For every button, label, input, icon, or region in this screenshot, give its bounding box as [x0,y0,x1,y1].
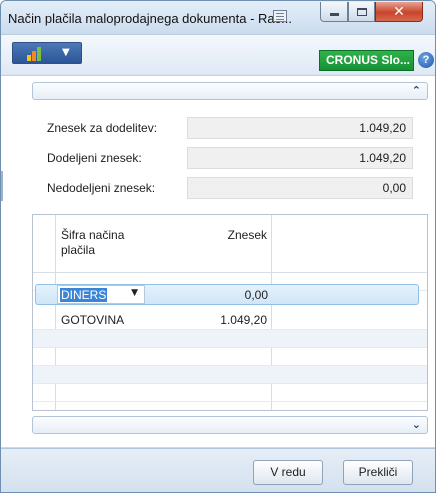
amount-to-allocate-label: Znesek za dodelitev: [47,121,158,135]
allocated-amount-label: Dodeljeni znesek: [47,151,142,165]
unallocated-amount-field: 0,00 [187,177,413,199]
payment-method-code-value[interactable]: DINERS [60,288,108,302]
general-fasttab-header[interactable]: ⌃ [32,82,428,100]
chevron-down-icon[interactable]: ⌄ [412,418,421,431]
table-row-empty[interactable] [33,366,427,384]
table-row-empty[interactable] [33,384,427,402]
maximize-button[interactable] [348,2,375,22]
dropdown-arrow-icon[interactable]: ▼ [131,288,138,298]
dropdown-arrow-icon: ▼ [62,47,70,58]
payment-method-code-cell[interactable]: GOTOVINA [61,311,124,329]
window-title: Način plačila maloprodajnega dokumenta -… [8,11,292,26]
cancel-button[interactable]: Prekliči [343,460,413,485]
ok-button[interactable]: V redu [253,460,323,485]
column-header-payment-method-code[interactable]: Šifra načina plačila [61,228,161,258]
dynamics-logo-icon [27,46,51,61]
payment-lines-grid: Šifra načina plačila Znesek 0,00 DINERS … [32,214,428,411]
amount-cell[interactable]: 0,00 [174,286,268,304]
help-icon[interactable]: ? [418,52,434,68]
amount-cell[interactable]: 1.049,20 [173,311,267,329]
close-button[interactable]: ✕ [375,2,423,22]
resize-grip [1,171,3,201]
table-row[interactable]: GOTOVINA 1.049,20 [33,311,427,330]
close-icon: ✕ [393,3,405,20]
minimize-button[interactable] [320,2,348,22]
maximize-icon [356,7,367,16]
button-bar: V redu Prekliči [1,448,435,492]
table-row-empty[interactable] [33,348,427,366]
grid-fasttab-footer[interactable]: ⌄ [32,416,428,434]
window-list-icon [273,10,287,22]
company-badge[interactable]: CRONUS Slo... [319,50,414,71]
payment-method-code-dropdown[interactable]: DINERS ▼ [57,285,145,304]
unallocated-amount-label: Nedodeljeni znesek: [47,181,156,195]
amount-to-allocate-field: 1.049,20 [187,117,413,139]
grid-header: Šifra načina plačila Znesek [33,215,427,273]
column-header-amount[interactable]: Znesek [173,228,267,243]
application-menu-button[interactable]: ▼ [12,42,82,64]
allocated-amount-field: 1.049,20 [187,147,413,169]
table-row-empty[interactable] [33,330,427,348]
chevron-up-icon[interactable]: ⌃ [412,84,421,97]
title-bar[interactable]: Način plačila maloprodajnega dokumenta -… [1,1,435,34]
minimize-icon [329,13,339,16]
dialog-window: Način plačila maloprodajnega dokumenta -… [0,0,436,493]
